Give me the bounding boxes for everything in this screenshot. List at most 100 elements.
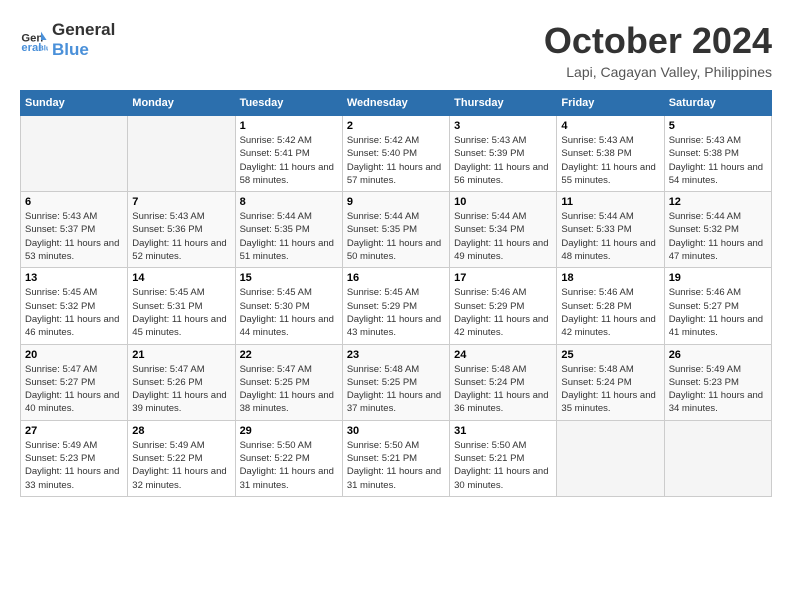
calendar-cell: 2 Sunrise: 5:42 AM Sunset: 5:40 PM Daylig…	[342, 116, 449, 192]
day-number: 9	[347, 196, 445, 208]
day-number: 26	[669, 349, 767, 361]
logo: Gen eral Blue General Blue	[20, 20, 115, 61]
calendar-header-row: SundayMondayTuesdayWednesdayThursdayFrid…	[21, 91, 772, 116]
logo-line2: Blue	[52, 40, 115, 60]
day-number: 23	[347, 349, 445, 361]
day-number: 20	[25, 349, 123, 361]
calendar-cell: 23 Sunrise: 5:48 AM Sunset: 5:25 PM Dayli…	[342, 344, 449, 420]
day-number: 25	[561, 349, 659, 361]
day-info: Sunrise: 5:47 AM Sunset: 5:25 PM Dayligh…	[240, 363, 338, 416]
calendar-cell: 24 Sunrise: 5:48 AM Sunset: 5:24 PM Dayli…	[450, 344, 557, 420]
day-info: Sunrise: 5:45 AM Sunset: 5:29 PM Dayligh…	[347, 286, 445, 339]
calendar-cell: 10 Sunrise: 5:44 AM Sunset: 5:34 PM Dayli…	[450, 192, 557, 268]
calendar-cell: 13Sunrise: 5:45 AM Sunset: 5:32 PM Dayli…	[21, 268, 128, 344]
day-number: 31	[454, 425, 552, 437]
day-info: Sunrise: 5:42 AM Sunset: 5:41 PM Dayligh…	[240, 134, 338, 187]
day-number: 18	[561, 272, 659, 284]
day-number: 30	[347, 425, 445, 437]
calendar-cell: 4 Sunrise: 5:43 AM Sunset: 5:38 PM Daylig…	[557, 116, 664, 192]
day-number: 4	[561, 120, 659, 132]
day-info: Sunrise: 5:48 AM Sunset: 5:25 PM Dayligh…	[347, 363, 445, 416]
day-info: Sunrise: 5:48 AM Sunset: 5:24 PM Dayligh…	[561, 363, 659, 416]
day-info: Sunrise: 5:43 AM Sunset: 5:36 PM Dayligh…	[132, 210, 230, 263]
calendar-cell	[21, 116, 128, 192]
day-number: 21	[132, 349, 230, 361]
day-info: Sunrise: 5:44 AM Sunset: 5:34 PM Dayligh…	[454, 210, 552, 263]
day-number: 3	[454, 120, 552, 132]
calendar-cell: 9Sunrise: 5:44 AM Sunset: 5:35 PM Daylig…	[342, 192, 449, 268]
calendar-cell: 31 Sunrise: 5:50 AM Sunset: 5:21 PM Dayli…	[450, 420, 557, 496]
day-info: Sunrise: 5:42 AM Sunset: 5:40 PM Dayligh…	[347, 134, 445, 187]
calendar-cell: 20 Sunrise: 5:47 AM Sunset: 5:27 PM Dayli…	[21, 344, 128, 420]
day-number: 27	[25, 425, 123, 437]
day-number: 24	[454, 349, 552, 361]
day-number: 12	[669, 196, 767, 208]
title-section: October 2024 Lapi, Cagayan Valley, Phili…	[544, 20, 772, 80]
calendar-cell: 19Sunrise: 5:46 AM Sunset: 5:27 PM Dayli…	[664, 268, 771, 344]
day-info: Sunrise: 5:47 AM Sunset: 5:27 PM Dayligh…	[25, 363, 123, 416]
day-info: Sunrise: 5:44 AM Sunset: 5:35 PM Dayligh…	[240, 210, 338, 263]
day-info: Sunrise: 5:44 AM Sunset: 5:33 PM Dayligh…	[561, 210, 659, 263]
calendar-cell: 7 Sunrise: 5:43 AM Sunset: 5:36 PM Daylig…	[128, 192, 235, 268]
day-info: Sunrise: 5:43 AM Sunset: 5:38 PM Dayligh…	[561, 134, 659, 187]
calendar-cell: 25 Sunrise: 5:48 AM Sunset: 5:24 PM Dayli…	[557, 344, 664, 420]
calendar-cell	[557, 420, 664, 496]
day-number: 29	[240, 425, 338, 437]
calendar-week-row: 13Sunrise: 5:45 AM Sunset: 5:32 PM Dayli…	[21, 268, 772, 344]
day-info: Sunrise: 5:43 AM Sunset: 5:39 PM Dayligh…	[454, 134, 552, 187]
calendar-cell: 8 Sunrise: 5:44 AM Sunset: 5:35 PM Daylig…	[235, 192, 342, 268]
calendar-cell: 15Sunrise: 5:45 AM Sunset: 5:30 PM Dayli…	[235, 268, 342, 344]
day-info: Sunrise: 5:46 AM Sunset: 5:27 PM Dayligh…	[669, 286, 767, 339]
weekday-header-cell: Saturday	[664, 91, 771, 116]
day-info: Sunrise: 5:45 AM Sunset: 5:31 PM Dayligh…	[132, 286, 230, 339]
month-title: October 2024	[544, 20, 772, 62]
day-number: 11	[561, 196, 659, 208]
weekday-header-cell: Sunday	[21, 91, 128, 116]
day-number: 13	[25, 272, 123, 284]
day-number: 16	[347, 272, 445, 284]
day-number: 15	[240, 272, 338, 284]
calendar-cell	[128, 116, 235, 192]
weekday-header-cell: Monday	[128, 91, 235, 116]
day-number: 8	[240, 196, 338, 208]
svg-text:Blue: Blue	[38, 44, 48, 53]
day-info: Sunrise: 5:47 AM Sunset: 5:26 PM Dayligh…	[132, 363, 230, 416]
day-info: Sunrise: 5:44 AM Sunset: 5:32 PM Dayligh…	[669, 210, 767, 263]
calendar-cell: 27 Sunrise: 5:49 AM Sunset: 5:23 PM Dayli…	[21, 420, 128, 496]
calendar-week-row: 6Sunrise: 5:43 AM Sunset: 5:37 PM Daylig…	[21, 192, 772, 268]
calendar-body: 1Sunrise: 5:42 AM Sunset: 5:41 PM Daylig…	[21, 116, 772, 497]
calendar-week-row: 1Sunrise: 5:42 AM Sunset: 5:41 PM Daylig…	[21, 116, 772, 192]
day-info: Sunrise: 5:49 AM Sunset: 5:23 PM Dayligh…	[25, 439, 123, 492]
calendar-cell	[664, 420, 771, 496]
day-number: 7	[132, 196, 230, 208]
day-info: Sunrise: 5:43 AM Sunset: 5:38 PM Dayligh…	[669, 134, 767, 187]
day-number: 28	[132, 425, 230, 437]
calendar-cell: 12 Sunrise: 5:44 AM Sunset: 5:32 PM Dayli…	[664, 192, 771, 268]
day-number: 6	[25, 196, 123, 208]
day-info: Sunrise: 5:50 AM Sunset: 5:22 PM Dayligh…	[240, 439, 338, 492]
calendar-cell: 28Sunrise: 5:49 AM Sunset: 5:22 PM Dayli…	[128, 420, 235, 496]
logo-line1: General	[52, 20, 115, 40]
calendar-cell: 18Sunrise: 5:46 AM Sunset: 5:28 PM Dayli…	[557, 268, 664, 344]
weekday-header-cell: Wednesday	[342, 91, 449, 116]
calendar-cell: 22 Sunrise: 5:47 AM Sunset: 5:25 PM Dayli…	[235, 344, 342, 420]
calendar-cell: 16 Sunrise: 5:45 AM Sunset: 5:29 PM Dayli…	[342, 268, 449, 344]
day-number: 5	[669, 120, 767, 132]
day-number: 2	[347, 120, 445, 132]
location: Lapi, Cagayan Valley, Philippines	[544, 64, 772, 80]
calendar-cell: 3 Sunrise: 5:43 AM Sunset: 5:39 PM Daylig…	[450, 116, 557, 192]
logo-icon: Gen eral Blue	[20, 26, 48, 54]
weekday-header-cell: Thursday	[450, 91, 557, 116]
calendar-cell: 30Sunrise: 5:50 AM Sunset: 5:21 PM Dayli…	[342, 420, 449, 496]
day-number: 10	[454, 196, 552, 208]
calendar-cell: 5 Sunrise: 5:43 AM Sunset: 5:38 PM Daylig…	[664, 116, 771, 192]
day-number: 22	[240, 349, 338, 361]
day-number: 17	[454, 272, 552, 284]
day-info: Sunrise: 5:50 AM Sunset: 5:21 PM Dayligh…	[454, 439, 552, 492]
calendar-cell: 14Sunrise: 5:45 AM Sunset: 5:31 PM Dayli…	[128, 268, 235, 344]
day-info: Sunrise: 5:48 AM Sunset: 5:24 PM Dayligh…	[454, 363, 552, 416]
calendar-cell: 11 Sunrise: 5:44 AM Sunset: 5:33 PM Dayli…	[557, 192, 664, 268]
weekday-header-cell: Tuesday	[235, 91, 342, 116]
calendar-cell: 1Sunrise: 5:42 AM Sunset: 5:41 PM Daylig…	[235, 116, 342, 192]
day-info: Sunrise: 5:46 AM Sunset: 5:29 PM Dayligh…	[454, 286, 552, 339]
